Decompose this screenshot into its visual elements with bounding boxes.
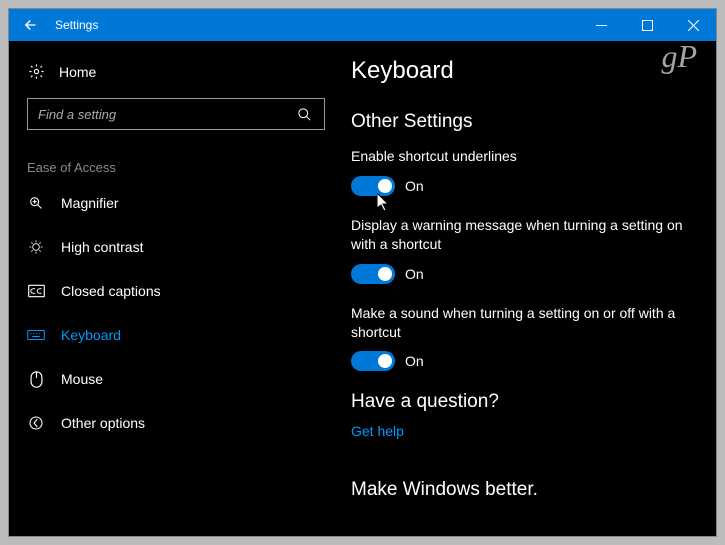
toggle-warning-message[interactable]	[351, 264, 395, 284]
search-input[interactable]	[38, 107, 284, 122]
close-button[interactable]	[670, 9, 716, 41]
minimize-icon	[596, 20, 607, 31]
sidebar: Home Ease of Access Magnifier High c	[9, 41, 329, 536]
home-button[interactable]: Home	[27, 53, 329, 94]
setting-label: Make a sound when turning a setting on o…	[351, 304, 686, 342]
contrast-icon	[27, 239, 45, 255]
other-options-icon	[27, 415, 45, 431]
sidebar-item-label: Mouse	[61, 371, 103, 387]
toggle-knob	[378, 354, 392, 368]
sidebar-item-keyboard[interactable]: Keyboard	[27, 313, 329, 357]
section-heading: Other Settings	[351, 111, 686, 133]
sidebar-item-label: Closed captions	[61, 283, 161, 299]
keyboard-icon	[27, 329, 45, 341]
sidebar-item-high-contrast[interactable]: High contrast	[27, 225, 329, 269]
main-content: Keyboard Other Settings Enable shortcut …	[329, 41, 716, 536]
toggle-sound[interactable]	[351, 351, 395, 371]
page-title: Keyboard	[351, 57, 686, 85]
section-title: Ease of Access	[27, 160, 329, 175]
search-icon	[284, 107, 324, 122]
toggle-state: On	[405, 353, 424, 369]
sidebar-item-magnifier[interactable]: Magnifier	[27, 181, 329, 225]
feedback-heading: Make Windows better.	[351, 479, 686, 501]
close-icon	[688, 20, 699, 31]
sidebar-item-mouse[interactable]: Mouse	[27, 357, 329, 401]
mouse-icon	[27, 371, 45, 388]
setting-label: Enable shortcut underlines	[351, 147, 686, 166]
home-label: Home	[59, 64, 96, 80]
closed-captions-icon	[27, 284, 45, 298]
back-button[interactable]	[9, 9, 53, 41]
maximize-button[interactable]	[624, 9, 670, 41]
magnifier-icon	[27, 195, 45, 211]
setting-label: Display a warning message when turning a…	[351, 216, 686, 254]
gear-icon	[27, 63, 45, 80]
maximize-icon	[642, 20, 653, 31]
sidebar-item-label: Keyboard	[61, 327, 121, 343]
toggle-state: On	[405, 266, 424, 282]
sidebar-item-label: Other options	[61, 415, 145, 431]
toggle-knob	[378, 267, 392, 281]
toggle-knob	[378, 179, 392, 193]
toggle-shortcut-underlines[interactable]	[351, 176, 395, 196]
search-box[interactable]	[27, 98, 325, 130]
minimize-button[interactable]	[578, 9, 624, 41]
titlebar: Settings	[9, 9, 716, 41]
toggle-state: On	[405, 178, 424, 194]
sidebar-item-label: High contrast	[61, 239, 143, 255]
arrow-left-icon	[22, 16, 40, 34]
question-heading: Have a question?	[351, 391, 686, 413]
get-help-link[interactable]: Get help	[351, 423, 686, 439]
sidebar-item-closed-captions[interactable]: Closed captions	[27, 269, 329, 313]
sidebar-item-other-options[interactable]: Other options	[27, 401, 329, 445]
sidebar-item-label: Magnifier	[61, 195, 119, 211]
window-title: Settings	[55, 18, 98, 32]
